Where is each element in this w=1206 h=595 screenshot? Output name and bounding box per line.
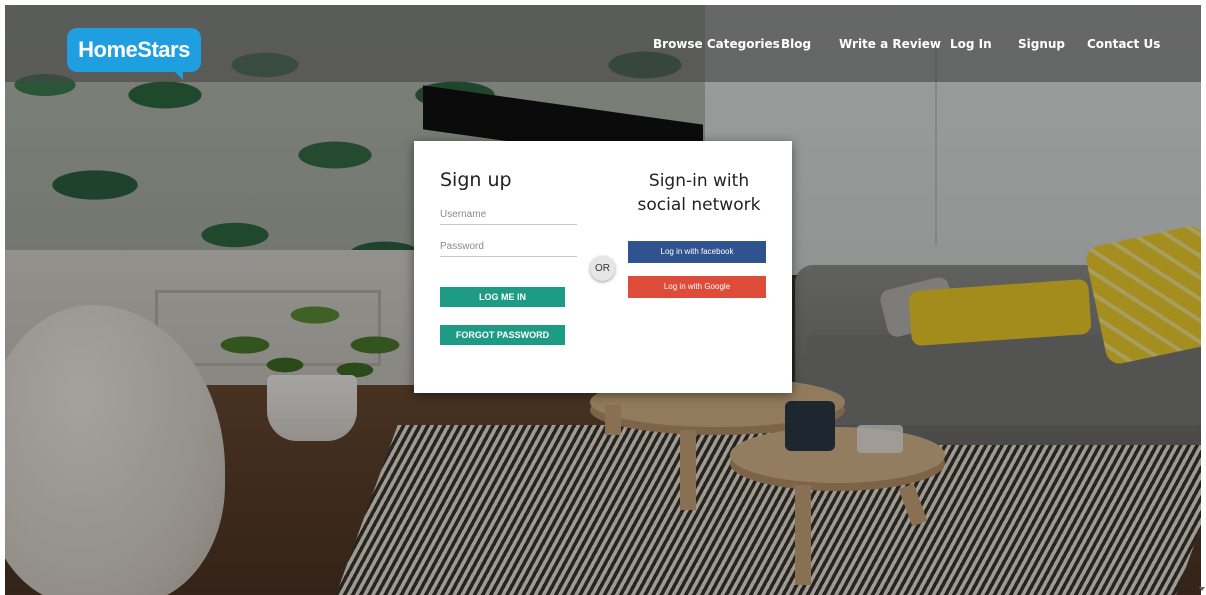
social-title-line-1: Sign-in with — [648, 171, 750, 191]
nav-write-a-review[interactable]: Write a Review — [839, 37, 941, 51]
social-signin-title: Sign-in with social network — [624, 169, 774, 217]
nav-contact-us[interactable]: Contact Us — [1087, 37, 1160, 51]
logo-bubble: HomeStars — [67, 28, 201, 72]
scroll-down-arrow-icon[interactable] — [1199, 587, 1205, 591]
facebook-login-button[interactable]: Log in with facebook — [628, 241, 766, 263]
login-card: Sign up LOG ME IN FORGOT PASSWORD OR Sig… — [414, 141, 792, 393]
nav-browse-categories[interactable]: Browse Categories — [653, 37, 780, 51]
logo-speech-tail — [171, 68, 183, 80]
password-input[interactable] — [440, 237, 577, 257]
or-label: OR — [595, 263, 610, 274]
nav-signup[interactable]: Signup — [1018, 37, 1065, 51]
or-divider: OR — [590, 256, 615, 281]
logo-text: HomeStars — [78, 37, 190, 62]
forgot-password-button[interactable]: FORGOT PASSWORD — [440, 325, 565, 345]
signup-title: Sign up — [440, 169, 512, 191]
homestars-logo[interactable]: HomeStars — [67, 24, 203, 80]
nav-blog[interactable]: Blog — [781, 37, 811, 51]
username-input[interactable] — [440, 205, 577, 225]
nav-log-in[interactable]: Log In — [950, 37, 992, 51]
google-login-button[interactable]: Log in with Google — [628, 276, 766, 298]
top-navigation-bar: HomeStars Browse Categories Blog Write a… — [5, 5, 1201, 82]
log-me-in-button[interactable]: LOG ME IN — [440, 287, 565, 307]
social-title-line-2: social network — [637, 195, 761, 215]
